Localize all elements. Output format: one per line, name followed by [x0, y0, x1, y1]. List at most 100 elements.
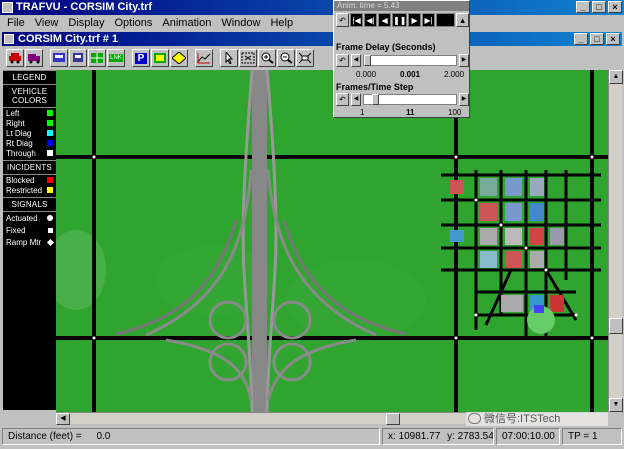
diamond-icon [46, 238, 55, 246]
legend-label: Left [6, 108, 20, 118]
legend-item: Rt Diag [3, 138, 56, 148]
circle-icon [47, 215, 53, 221]
reset-icon[interactable]: ↶ [336, 93, 349, 106]
zoom-out-icon[interactable] [277, 49, 295, 67]
slider-right-icon[interactable]: ▶ [459, 54, 469, 67]
menu-file[interactable]: File [2, 15, 30, 31]
parking-icon[interactable]: P [132, 49, 150, 67]
scroll-left-icon[interactable]: ◀ [56, 413, 70, 425]
child-title: CORSIM City.trf # 1 [18, 33, 119, 45]
car-icon[interactable] [6, 49, 24, 67]
signals-title: SIGNALS [3, 197, 56, 212]
pause-icon[interactable]: ❚❚ [392, 13, 408, 27]
graph-icon[interactable] [195, 49, 213, 67]
legend-label: Rt Diag [6, 138, 33, 148]
legend-item: Through [3, 148, 56, 158]
menu-bar: File View Display Options Animation Wind… [0, 15, 624, 31]
select-icon[interactable] [239, 49, 257, 67]
menu-help[interactable]: Help [265, 15, 298, 31]
color-swatch [47, 130, 53, 136]
close-button[interactable]: × [608, 1, 622, 13]
bus-icon[interactable] [50, 49, 68, 67]
frame-delay-slider[interactable]: ↶ ◀ ▶ [336, 54, 469, 67]
map-icon[interactable] [151, 49, 169, 67]
y-label: y: [447, 430, 455, 442]
reverse-icon[interactable]: ◀ [378, 13, 392, 27]
x-value: 10981.77 [398, 430, 441, 442]
horizontal-scroll-thumb[interactable] [386, 413, 400, 425]
step-back-icon[interactable]: ◀| [364, 13, 378, 27]
legend-item: Ramp Mtr [3, 236, 56, 248]
legend-item: Right [3, 118, 56, 128]
parking-label: P [134, 52, 148, 64]
child-icon [4, 34, 14, 44]
vehicle-colors-title: VEHICLE COLORS [3, 85, 56, 108]
legend-item: Actuated [3, 212, 56, 224]
frame-delay-min: 0.000 [356, 70, 377, 79]
legend-label: Fixed [6, 225, 26, 235]
menu-display[interactable]: Display [63, 15, 109, 31]
reset-icon[interactable]: ↶ [336, 54, 349, 67]
pointer-icon[interactable] [220, 49, 238, 67]
zoom-in-icon[interactable] [258, 49, 276, 67]
color-swatch [47, 140, 53, 146]
legend-item: Blocked [3, 175, 56, 185]
menu-window[interactable]: Window [216, 15, 265, 31]
frames-current: 11 [406, 108, 415, 117]
maximize-button[interactable]: □ [592, 1, 606, 13]
legend-label: Restricted [6, 185, 43, 195]
frames-track[interactable] [363, 94, 457, 105]
playback-controls: ↶ |◀ ◀| ◀ ❚❚ ▶ ▶| ▲ [336, 13, 470, 28]
network-map[interactable] [56, 70, 608, 412]
frame-delay-track[interactable] [363, 55, 457, 66]
menu-view[interactable]: View [30, 15, 64, 31]
slider-left-icon[interactable]: ◀ [351, 54, 361, 67]
train-icon[interactable] [69, 49, 87, 67]
distance-label: Distance (feet) = [8, 430, 82, 442]
color-swatch [47, 110, 53, 116]
minimize-button[interactable]: _ [576, 1, 590, 13]
frame-delay-label: Frame Delay (Seconds) [336, 42, 436, 52]
frames-slider[interactable]: ↶ ◀ ▶ [336, 93, 469, 106]
lnk-icon[interactable]: LNK [107, 49, 125, 67]
color-swatch [47, 120, 53, 126]
menu-options[interactable]: Options [109, 15, 157, 31]
network-map-canvas [56, 70, 608, 412]
color-swatch [47, 187, 53, 193]
legend-item: Fixed [3, 224, 56, 236]
distance-panel: Distance (feet) = 0.0 [2, 427, 380, 445]
legend-panel: LEGEND VEHICLE COLORS Left Right Lt Diag… [3, 70, 56, 410]
reset-icon[interactable]: ↶ [336, 13, 350, 27]
fit-icon[interactable] [296, 49, 314, 67]
status-bar: Distance (feet) = 0.0 x: 10981.77 y: 278… [0, 426, 624, 446]
frames-label: Frames/Time Step [336, 82, 414, 92]
menu-animation[interactable]: Animation [157, 15, 216, 31]
truck-icon[interactable] [25, 49, 43, 67]
distance-value: 0.0 [96, 430, 111, 442]
scroll-up-icon[interactable]: ▲ [609, 70, 623, 84]
child-close-button[interactable]: × [606, 33, 620, 45]
legend-item: Restricted [3, 185, 56, 195]
wechat-icon [468, 413, 481, 424]
scroll-down-icon[interactable]: ▼ [609, 398, 623, 412]
animation-control-panel: Anim. time = 5.43 ↶ |◀ ◀| ◀ ❚❚ ▶ ▶| ▲ Fr… [333, 0, 470, 118]
vertical-scrollbar[interactable]: ▲ ▼ [608, 70, 623, 412]
frames-knob[interactable] [372, 94, 380, 105]
collapse-icon[interactable]: ▲ [456, 13, 470, 27]
legend-label: Right [6, 118, 25, 128]
skip-start-icon[interactable]: |◀ [350, 13, 364, 27]
slider-left-icon[interactable]: ◀ [351, 93, 361, 106]
frame-delay-knob[interactable] [364, 55, 372, 66]
legend-title: LEGEND [3, 70, 56, 85]
vertical-scroll-thumb[interactable] [609, 318, 623, 334]
app-window: TRAFVU - CORSIM City.trf _ □ × File View… [0, 0, 624, 449]
title-bar: TRAFVU - CORSIM City.trf _ □ × [0, 0, 624, 15]
child-minimize-button[interactable]: _ [574, 33, 588, 45]
skip-end-icon[interactable]: ▶| [422, 13, 436, 27]
coordinates-panel: x: 10981.77 y: 2783.54 [382, 427, 494, 445]
child-maximize-button[interactable]: □ [590, 33, 604, 45]
slider-right-icon[interactable]: ▶ [459, 93, 469, 106]
grid-icon[interactable] [88, 49, 106, 67]
play-icon[interactable]: ▶ [408, 13, 422, 27]
signal-icon[interactable] [170, 49, 188, 67]
